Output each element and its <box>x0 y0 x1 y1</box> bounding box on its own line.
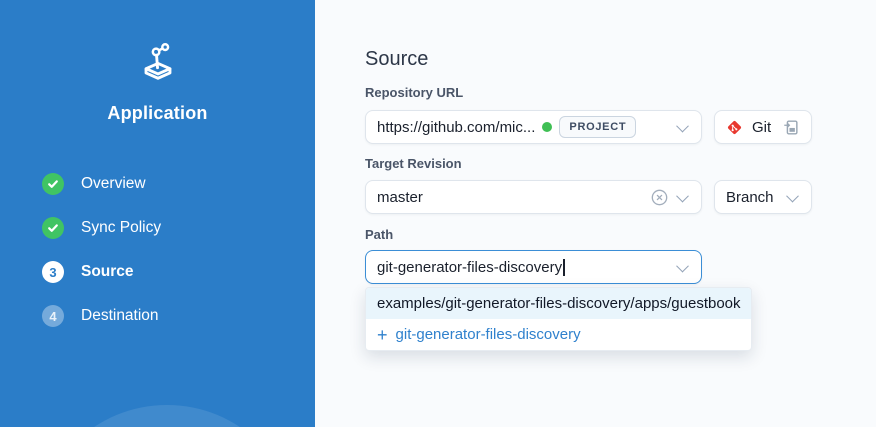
revision-type-select[interactable]: Branch <box>714 180 812 214</box>
repository-url-value: https://github.com/mic... <box>377 119 535 136</box>
git-logo-icon <box>726 119 743 136</box>
path-input[interactable]: git-generator-files-discovery <box>365 250 702 284</box>
revision-type-value: Branch <box>726 189 774 206</box>
target-revision-value: master <box>377 189 423 206</box>
chevron-down-icon <box>786 189 799 202</box>
repo-type-select[interactable]: Git <box>714 110 812 144</box>
step-done-check-icon <box>42 217 64 239</box>
wizard-steps: Overview Sync Policy 3 Source 4 Destinat… <box>42 173 161 327</box>
step-label: Source <box>81 263 134 281</box>
chevron-down-icon <box>676 189 689 202</box>
path-value: git-generator-files-discovery <box>377 259 562 276</box>
repository-url-input[interactable]: https://github.com/mic... PROJECT <box>365 110 702 144</box>
create-path-option[interactable]: + git-generator-files-discovery <box>366 319 751 350</box>
step-label: Overview <box>81 175 146 193</box>
application-box-icon <box>0 38 315 84</box>
step-destination[interactable]: 4 Destination <box>42 305 161 327</box>
create-application-wizard: Application Overview Sync Policy 3 Sourc… <box>0 0 876 427</box>
target-revision-label: Target Revision <box>365 156 462 171</box>
clear-icon[interactable] <box>651 189 668 206</box>
path-option[interactable]: examples/git-generator-files-discovery/a… <box>366 288 751 319</box>
path-label: Path <box>365 227 393 242</box>
source-step-panel: Source Repository URL https://github.com… <box>315 0 876 427</box>
path-option-label: examples/git-generator-files-discovery/a… <box>377 295 741 312</box>
step-label: Sync Policy <box>81 219 161 237</box>
step-source[interactable]: 3 Source <box>42 261 161 283</box>
step-overview[interactable]: Overview <box>42 173 161 195</box>
step-done-check-icon <box>42 173 64 195</box>
step-number-badge: 3 <box>42 261 64 283</box>
plus-icon: + <box>377 326 388 344</box>
step-label: Destination <box>81 307 159 325</box>
page-title: Source <box>365 48 428 71</box>
step-number-badge: 4 <box>42 305 64 327</box>
text-cursor <box>563 259 565 276</box>
decorative-circle <box>35 405 299 427</box>
create-path-label: git-generator-files-discovery <box>396 326 581 343</box>
paste-icon[interactable] <box>782 118 800 137</box>
project-badge: PROJECT <box>559 116 636 138</box>
repo-connected-dot-icon <box>542 122 552 132</box>
path-suggestions-dropdown: examples/git-generator-files-discovery/a… <box>365 287 752 351</box>
step-sync-policy[interactable]: Sync Policy <box>42 217 161 239</box>
wizard-sidebar: Application Overview Sync Policy 3 Sourc… <box>0 0 315 427</box>
target-revision-input[interactable]: master <box>365 180 702 214</box>
wizard-title: Application <box>0 103 315 124</box>
chevron-down-icon <box>676 119 689 132</box>
chevron-down-icon <box>676 259 689 272</box>
repo-type-value: Git <box>752 119 771 136</box>
repository-url-label: Repository URL <box>365 85 463 100</box>
